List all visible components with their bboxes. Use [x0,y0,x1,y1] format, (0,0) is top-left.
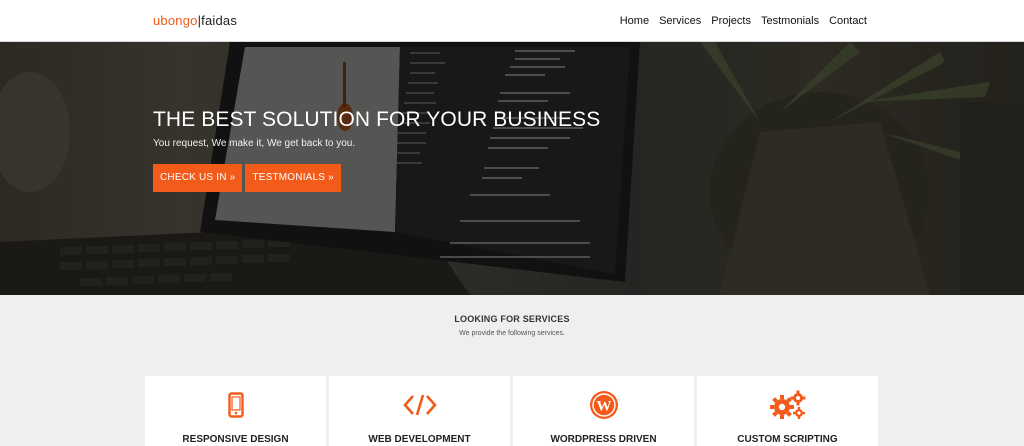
services-subtitle: We provide the following services. [459,330,565,337]
nav-services[interactable]: Services [659,15,701,27]
hero-subtitle: You request, We make it, We get back to … [153,138,356,149]
service-card-webdev[interactable]: WEB DEVELOPMENT [329,376,510,446]
gears-icon [697,390,878,420]
navbar: ubongo|faidas Home Services Projects Tes… [0,0,1024,42]
brand-logo[interactable]: ubongo|faidas [153,13,237,28]
service-card-responsive[interactable]: RESPONSIVE DESIGN [145,376,326,446]
service-card-wordpress[interactable]: W WORDPRESS DRIVEN [513,376,694,446]
service-label: RESPONSIVE DESIGN [182,434,289,445]
check-us-in-button[interactable]: CHECK US IN » [153,164,243,192]
nav-testimonials[interactable]: Testmonials [761,15,819,27]
nav-projects[interactable]: Projects [711,15,751,27]
hero-buttons: CHECK US IN » TESTMONIALS » [153,164,600,192]
wordpress-icon: W [513,390,694,420]
service-label: CUSTOM SCRIPTING [737,434,838,445]
svg-text:W: W [596,399,611,415]
brand-part1: ubongo [153,13,198,28]
nav-home[interactable]: Home [620,15,649,27]
hero-content: THE BEST SOLUTION FOR YOUR BUSINESS You … [153,108,600,192]
code-icon [329,390,510,420]
nav-contact[interactable]: Contact [829,15,867,27]
mobile-icon [145,390,326,420]
testimonials-button[interactable]: TESTMONIALS » [245,164,341,192]
hero-section: THE BEST SOLUTION FOR YOUR BUSINESS You … [0,42,1024,295]
hero-title: THE BEST SOLUTION FOR YOUR BUSINESS [153,108,601,131]
services-cards: RESPONSIVE DESIGN WEB DEVELOPMENT W WORD… [145,376,878,446]
services-title: LOOKING FOR SERVICES [454,314,570,324]
brand-part2: faidas [201,13,238,28]
nav-menu: Home Services Projects Testmonials Conta… [620,15,867,27]
service-label: WEB DEVELOPMENT [368,434,471,445]
service-label: WORDPRESS DRIVEN [550,434,657,445]
services-header: LOOKING FOR SERVICES We provide the foll… [0,314,1024,337]
service-card-scripting[interactable]: CUSTOM SCRIPTING [697,376,878,446]
